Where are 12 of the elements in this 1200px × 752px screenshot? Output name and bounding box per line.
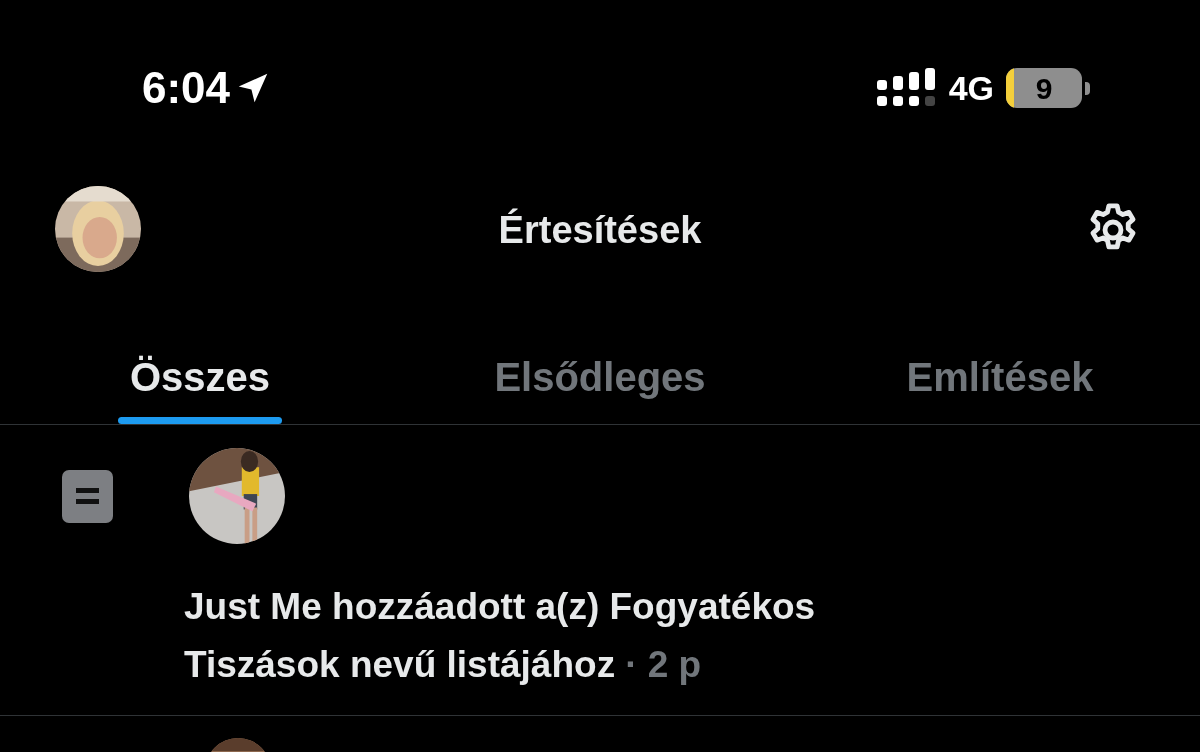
list-icon [62, 470, 113, 523]
network-label: 4G [948, 67, 994, 109]
page-title: Értesítések [498, 207, 702, 253]
clock-time: 6:04 [142, 62, 231, 114]
notification-time: · 2 p [625, 643, 702, 687]
signal-icon [876, 68, 937, 108]
tab[interactable]: Összes [117, 319, 283, 424]
notification-text: Tiszások nevű listájához [184, 643, 616, 687]
notification-text: Just Me hozzáadott a(z) Fogyatékos [184, 585, 816, 629]
tab[interactable]: Említések [894, 319, 1106, 424]
battery-indicator: 9 [1006, 68, 1090, 108]
tab[interactable]: Elsődleges [482, 319, 718, 424]
